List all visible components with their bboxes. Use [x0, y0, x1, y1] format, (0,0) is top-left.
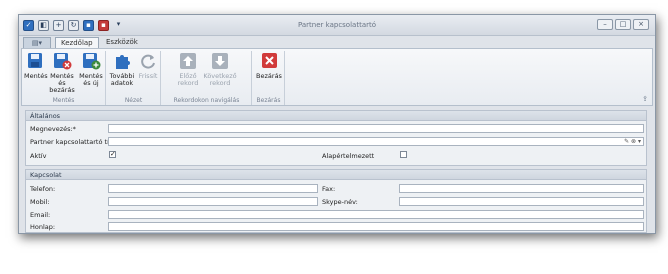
window-controls: – □ × — [597, 19, 649, 30]
fax-input[interactable] — [399, 184, 644, 193]
floppy-close-icon — [54, 53, 72, 70]
arrow-down-icon — [212, 53, 228, 69]
email-label: Email: — [30, 211, 51, 219]
skype-input[interactable] — [399, 197, 644, 206]
phone-label: Telefon: — [30, 185, 56, 193]
close-button[interactable]: Bezárás — [255, 52, 283, 80]
app-window: ✓ ◧ + ↻ ▪ ▪ ▾ Partner kapcsolattartó – □… — [18, 14, 656, 234]
save-and-close-button[interactable]: Mentés és bezárás — [47, 52, 77, 94]
ribbon-group-label: Nézet — [124, 97, 143, 104]
type-select-tools: ✎ ⊗ ▾ — [624, 138, 641, 146]
title-bar: ✓ ◧ + ↻ ▪ ▪ ▾ Partner kapcsolattartó – □… — [19, 15, 655, 36]
previous-record-button[interactable]: Előző rekord — [176, 52, 200, 87]
email-input[interactable] — [108, 210, 644, 219]
ribbon-group-navigation: Előző rekord Következő rekord Rekordokon… — [162, 51, 252, 105]
mobile-label: Mobil: — [30, 198, 50, 206]
edit-pencil-icon[interactable]: ✎ — [624, 138, 629, 145]
next-record-button[interactable]: Következő rekord — [202, 52, 238, 87]
mobile-input[interactable] — [108, 197, 318, 206]
refresh-icon — [141, 54, 155, 69]
save-and-new-button[interactable]: Mentés és új — [78, 52, 104, 87]
ribbon: Mentés Mentés és bezárás Mentés és új Me… — [21, 48, 653, 106]
section-general: Általános Megnevezés:* Partner kapcsolat… — [25, 110, 647, 166]
save-button[interactable]: Mentés — [24, 52, 48, 80]
tab-eszkozok[interactable]: Eszközök — [101, 37, 143, 48]
ribbon-group-label: Rekordokon navigálás — [173, 97, 240, 104]
arrow-up-icon — [180, 53, 196, 69]
close-red-icon — [262, 53, 277, 68]
tab-kezdolap[interactable]: Kezdőlap — [55, 37, 99, 48]
active-checkbox[interactable]: ✓ — [109, 151, 116, 158]
file-menu-icon[interactable]: ▤▾ — [23, 37, 51, 48]
name-input[interactable] — [108, 124, 644, 133]
ribbon-group-view: További adatok Frissít Nézet — [107, 51, 161, 105]
clear-icon[interactable]: ⊗ — [631, 138, 636, 145]
window-title: Partner kapcsolattartó — [297, 21, 377, 29]
puzzle-icon — [116, 55, 130, 69]
section-title: Kapcsolat — [26, 170, 646, 180]
phone-input[interactable] — [108, 184, 318, 193]
website-label: Honlap: — [30, 223, 56, 231]
skype-label: Skype-név: — [322, 198, 358, 206]
more-data-button[interactable]: További adatok — [109, 52, 135, 87]
ribbon-collapse-icon[interactable]: ⇪ — [642, 95, 648, 103]
close-icon[interactable]: × — [633, 19, 649, 30]
floppy-new-icon — [83, 53, 101, 70]
website-input[interactable] — [108, 222, 644, 231]
ribbon-group-label: Bezárás — [256, 97, 281, 104]
section-title: Általános — [26, 111, 646, 121]
refresh-button[interactable]: Frissít — [136, 52, 160, 80]
ribbon-group-label: Mentés — [52, 97, 75, 104]
ribbon-group-close: Bezárás Bezárás — [253, 51, 285, 105]
active-label: Aktív — [30, 152, 47, 160]
chevron-down-icon[interactable]: ▾ — [638, 138, 641, 145]
name-label: Megnevezés:* — [30, 125, 76, 133]
section-contact: Kapcsolat Telefon: Fax: Mobil: Skype-név… — [25, 169, 647, 233]
default-checkbox[interactable] — [400, 151, 407, 158]
minimize-icon[interactable]: – — [597, 19, 613, 30]
maximize-icon[interactable]: □ — [615, 19, 631, 30]
floppy-icon — [28, 53, 42, 68]
fax-label: Fax: — [322, 185, 336, 193]
form-content: Általános Megnevezés:* Partner kapcsolat… — [21, 108, 653, 233]
partner-type-select[interactable]: ✎ ⊗ ▾ — [108, 137, 644, 146]
ribbon-group-save: Mentés Mentés és bezárás Mentés és új Me… — [22, 51, 106, 105]
default-label: Alapértelmezett — [322, 152, 375, 160]
ribbon-tabs: ▤▾ Kezdőlap Eszközök — [19, 36, 655, 48]
